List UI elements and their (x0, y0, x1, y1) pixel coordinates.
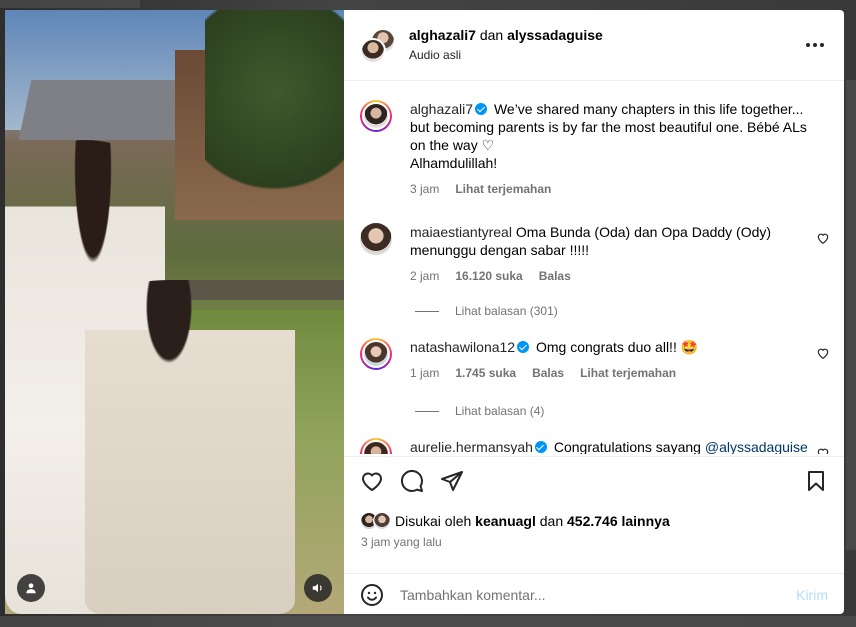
reply-button[interactable]: Balas (532, 364, 564, 382)
avatar[interactable] (360, 100, 392, 132)
mention-link[interactable]: @alyssadaguise (705, 439, 808, 454)
liked-and: dan (539, 513, 564, 529)
comment-user-link[interactable]: natashawilona12 (410, 339, 515, 355)
caption-time[interactable]: 3 jam (410, 180, 439, 198)
view-replies-button[interactable]: Lihat balasan (301) (415, 304, 558, 318)
verified-icon (475, 103, 488, 115)
speaker-icon (312, 583, 322, 593)
comment: aurelie.hermansyah Congratulations sayan… (360, 438, 830, 454)
comment-body: natashawilona12 Omg congrats duo all!! 🤩… (410, 338, 810, 382)
replies-divider (415, 410, 439, 412)
avatar[interactable] (360, 438, 392, 454)
avatar[interactable] (360, 338, 392, 370)
dot (806, 43, 810, 47)
caption-meta: 3 jam Lihat terjemahan (410, 180, 810, 198)
comment: maiaestiantyreal Oma Bunda (Oda) dan Opa… (360, 223, 830, 285)
avatar-image (362, 440, 390, 454)
dot (813, 43, 817, 47)
comment-body: aurelie.hermansyah Congratulations sayan… (410, 438, 810, 454)
user-icon (26, 583, 36, 594)
view-replies-label[interactable]: Lihat balasan (301) (455, 304, 558, 318)
dot (820, 43, 824, 47)
verified-icon (517, 341, 530, 353)
comment-user-link[interactable]: aurelie.hermansyah (410, 439, 533, 454)
comment-input[interactable] (400, 586, 797, 603)
comment-icon[interactable] (400, 469, 424, 493)
likes-summary: Disukai oleh keanuagl dan 452.746 lainny… (360, 512, 670, 530)
like-comment-heart-icon[interactable] (816, 231, 830, 245)
media-figure-man (85, 280, 295, 614)
comment: natashawilona12 Omg congrats duo all!! 🤩… (360, 338, 830, 382)
avatar[interactable] (360, 223, 392, 255)
audio-toggle-button[interactable] (304, 574, 332, 602)
caption-body: alghazali7 We’ve shared many chapters in… (410, 100, 810, 198)
emoji-icon[interactable] (360, 583, 384, 607)
avatar[interactable] (360, 38, 386, 64)
reply-button[interactable]: Balas (539, 267, 571, 285)
header-user-link[interactable]: alghazali7 (409, 27, 476, 43)
comment-text: Congratulations sayang (553, 439, 705, 454)
post-detail-panel: alghazali7 dan alyssadaguise Audio asli … (344, 10, 844, 614)
send-comment-button[interactable]: Kirim (796, 587, 828, 603)
audio-link[interactable]: Audio asli (409, 48, 603, 63)
tagged-users-button[interactable] (17, 574, 45, 602)
header-title: alghazali7 dan alyssadaguise (409, 27, 603, 45)
header-user-link[interactable]: alyssadaguise (507, 27, 603, 43)
comment-user-link[interactable]: maiaestiantyreal (410, 224, 512, 240)
more-options-button[interactable] (804, 34, 826, 56)
liked-prefix: Disukai oleh (395, 513, 472, 529)
media-tree (205, 10, 344, 210)
background-tile (0, 0, 140, 8)
save-button[interactable] (804, 469, 828, 498)
comment-text: Omg congrats duo all!! 🤩 (535, 339, 699, 355)
translate-link[interactable]: Lihat terjemahan (455, 180, 551, 198)
liked-user-link[interactable]: keanuagl (475, 513, 536, 529)
view-replies-button[interactable]: Lihat balasan (4) (415, 404, 544, 418)
avatar[interactable] (373, 512, 391, 530)
comment-time[interactable]: 1 jam (410, 364, 439, 382)
post-actions: Disukai oleh keanuagl dan 452.746 lainny… (344, 456, 844, 614)
collab-avatars[interactable] (360, 28, 396, 64)
background-tile (846, 80, 856, 550)
post-header: alghazali7 dan alyssadaguise Audio asli (344, 10, 844, 81)
translate-link[interactable]: Lihat terjemahan (580, 364, 676, 382)
replies-divider (415, 310, 439, 312)
avatar-image (362, 340, 390, 368)
liked-count-link[interactable]: 452.746 lainnya (567, 513, 670, 529)
like-comment-heart-icon[interactable] (816, 346, 830, 360)
header-connector: dan (479, 27, 504, 44)
background-tile (0, 616, 856, 627)
post-time[interactable]: 3 jam yang lalu (361, 535, 442, 549)
likes-text: Disukai oleh keanuagl dan 452.746 lainny… (395, 513, 670, 529)
comment-time[interactable]: 2 jam (410, 267, 439, 285)
header-text: alghazali7 dan alyssadaguise Audio asli (409, 27, 603, 63)
bookmark-icon (808, 471, 824, 491)
caption: alghazali7 We’ve shared many chapters in… (360, 100, 830, 198)
comment-meta: 1 jam 1.745 suka Balas Lihat terjemahan (410, 364, 810, 382)
caption-user-link[interactable]: alghazali7 (410, 101, 473, 117)
avatar-image (362, 102, 390, 130)
share-send-icon[interactable] (440, 469, 464, 493)
action-icons (360, 469, 464, 493)
verified-icon (534, 441, 547, 453)
like-heart-icon[interactable] (360, 469, 384, 493)
view-replies-label[interactable]: Lihat balasan (4) (455, 404, 544, 418)
like-comment-heart-icon[interactable] (816, 446, 830, 454)
comment-composer: Kirim (344, 573, 844, 614)
comment-meta: 2 jam 16.120 suka Balas (410, 267, 810, 285)
comment-likes[interactable]: 1.745 suka (455, 364, 516, 382)
comment-body: maiaestiantyreal Oma Bunda (Oda) dan Opa… (410, 223, 810, 285)
caption-text-2: Alhamdulillah! (410, 155, 498, 171)
comments-list[interactable]: alghazali7 We’ve shared many chapters in… (344, 82, 844, 454)
comment-likes[interactable]: 16.120 suka (455, 267, 522, 285)
post-media[interactable] (5, 10, 344, 614)
